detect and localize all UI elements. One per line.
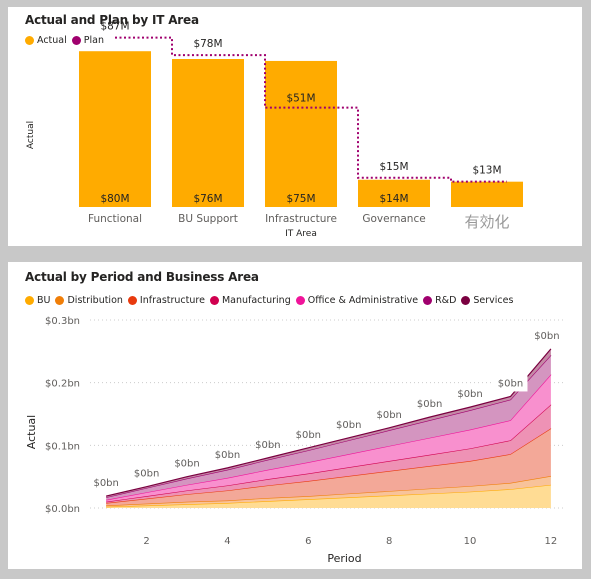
x-tick-label: 12 (545, 536, 558, 547)
total-data-label: $0bn (336, 420, 361, 431)
y-tick-label: $0.0bn (45, 504, 80, 515)
x-tick-label: 2 (143, 536, 149, 547)
bar-actual (451, 181, 523, 207)
total-data-label: $0bn (534, 331, 559, 342)
y-axis-label: Actual (25, 415, 38, 449)
bar-actual (79, 51, 151, 207)
bar-data-label: $80M (100, 193, 129, 205)
bar-actual (265, 60, 337, 207)
bar-data-label: $14M (379, 193, 408, 205)
x-tick-label: Infrastructure (265, 213, 337, 225)
total-data-label: $0bn (457, 389, 482, 400)
x-tick-label: Functional (88, 213, 142, 225)
x-tick-label: BU Support (178, 213, 238, 225)
bar-data-label: $76M (193, 193, 222, 205)
total-data-label: $0bn (215, 450, 240, 461)
x-tick-label: 10 (464, 536, 477, 547)
plan-data-label: $87M (100, 21, 129, 33)
bar-data-label: $75M (286, 193, 315, 205)
x-tick-label: Governance (362, 213, 425, 225)
x-tick-label: 有効化 (464, 213, 509, 231)
bar-chart-plot: Actual $80M Functional $76M BU Support $75M In… (26, 21, 523, 239)
total-data-label: $0bn (93, 478, 118, 489)
x-tick-label: 4 (224, 536, 230, 547)
area-chart-plot: $0.0bn $0.1bn $0.2bn $0.3bn Actual 2 4 6 8 10 12 Pe… (25, 316, 563, 565)
actual-plan-chart-panel: Actual and Plan by IT Area Actual Plan Ac… (8, 7, 582, 246)
total-data-label: $0bn (174, 459, 199, 470)
y-tick-label: $0.2bn (45, 379, 80, 390)
plan-data-label: $15M (379, 161, 408, 173)
y-axis-label: Actual (26, 121, 36, 149)
x-tick-label: 6 (305, 536, 311, 547)
y-tick-label: $0.3bn (45, 316, 80, 327)
x-axis-label: IT Area (285, 229, 317, 239)
total-data-label: $0bn (376, 410, 401, 421)
x-axis-label: Period (327, 552, 361, 565)
x-tick-label: 8 (386, 536, 392, 547)
plan-data-label: $51M (286, 93, 315, 105)
total-data-label: $0bn (134, 469, 159, 480)
total-data-label: $0bn (296, 430, 321, 441)
plan-data-label: $13M (472, 165, 501, 177)
page-scrollbar[interactable] (582, 0, 591, 579)
total-data-label: $0bn (417, 399, 442, 410)
total-data-label: $0bn (255, 440, 280, 451)
bar-actual (172, 59, 244, 207)
total-data-label: $0bn (498, 378, 523, 389)
y-tick-label: $0.1bn (45, 441, 80, 452)
plan-data-label: $78M (193, 38, 222, 50)
period-area-chart-panel: Actual by Period and Business Area BU Dis… (8, 262, 582, 569)
